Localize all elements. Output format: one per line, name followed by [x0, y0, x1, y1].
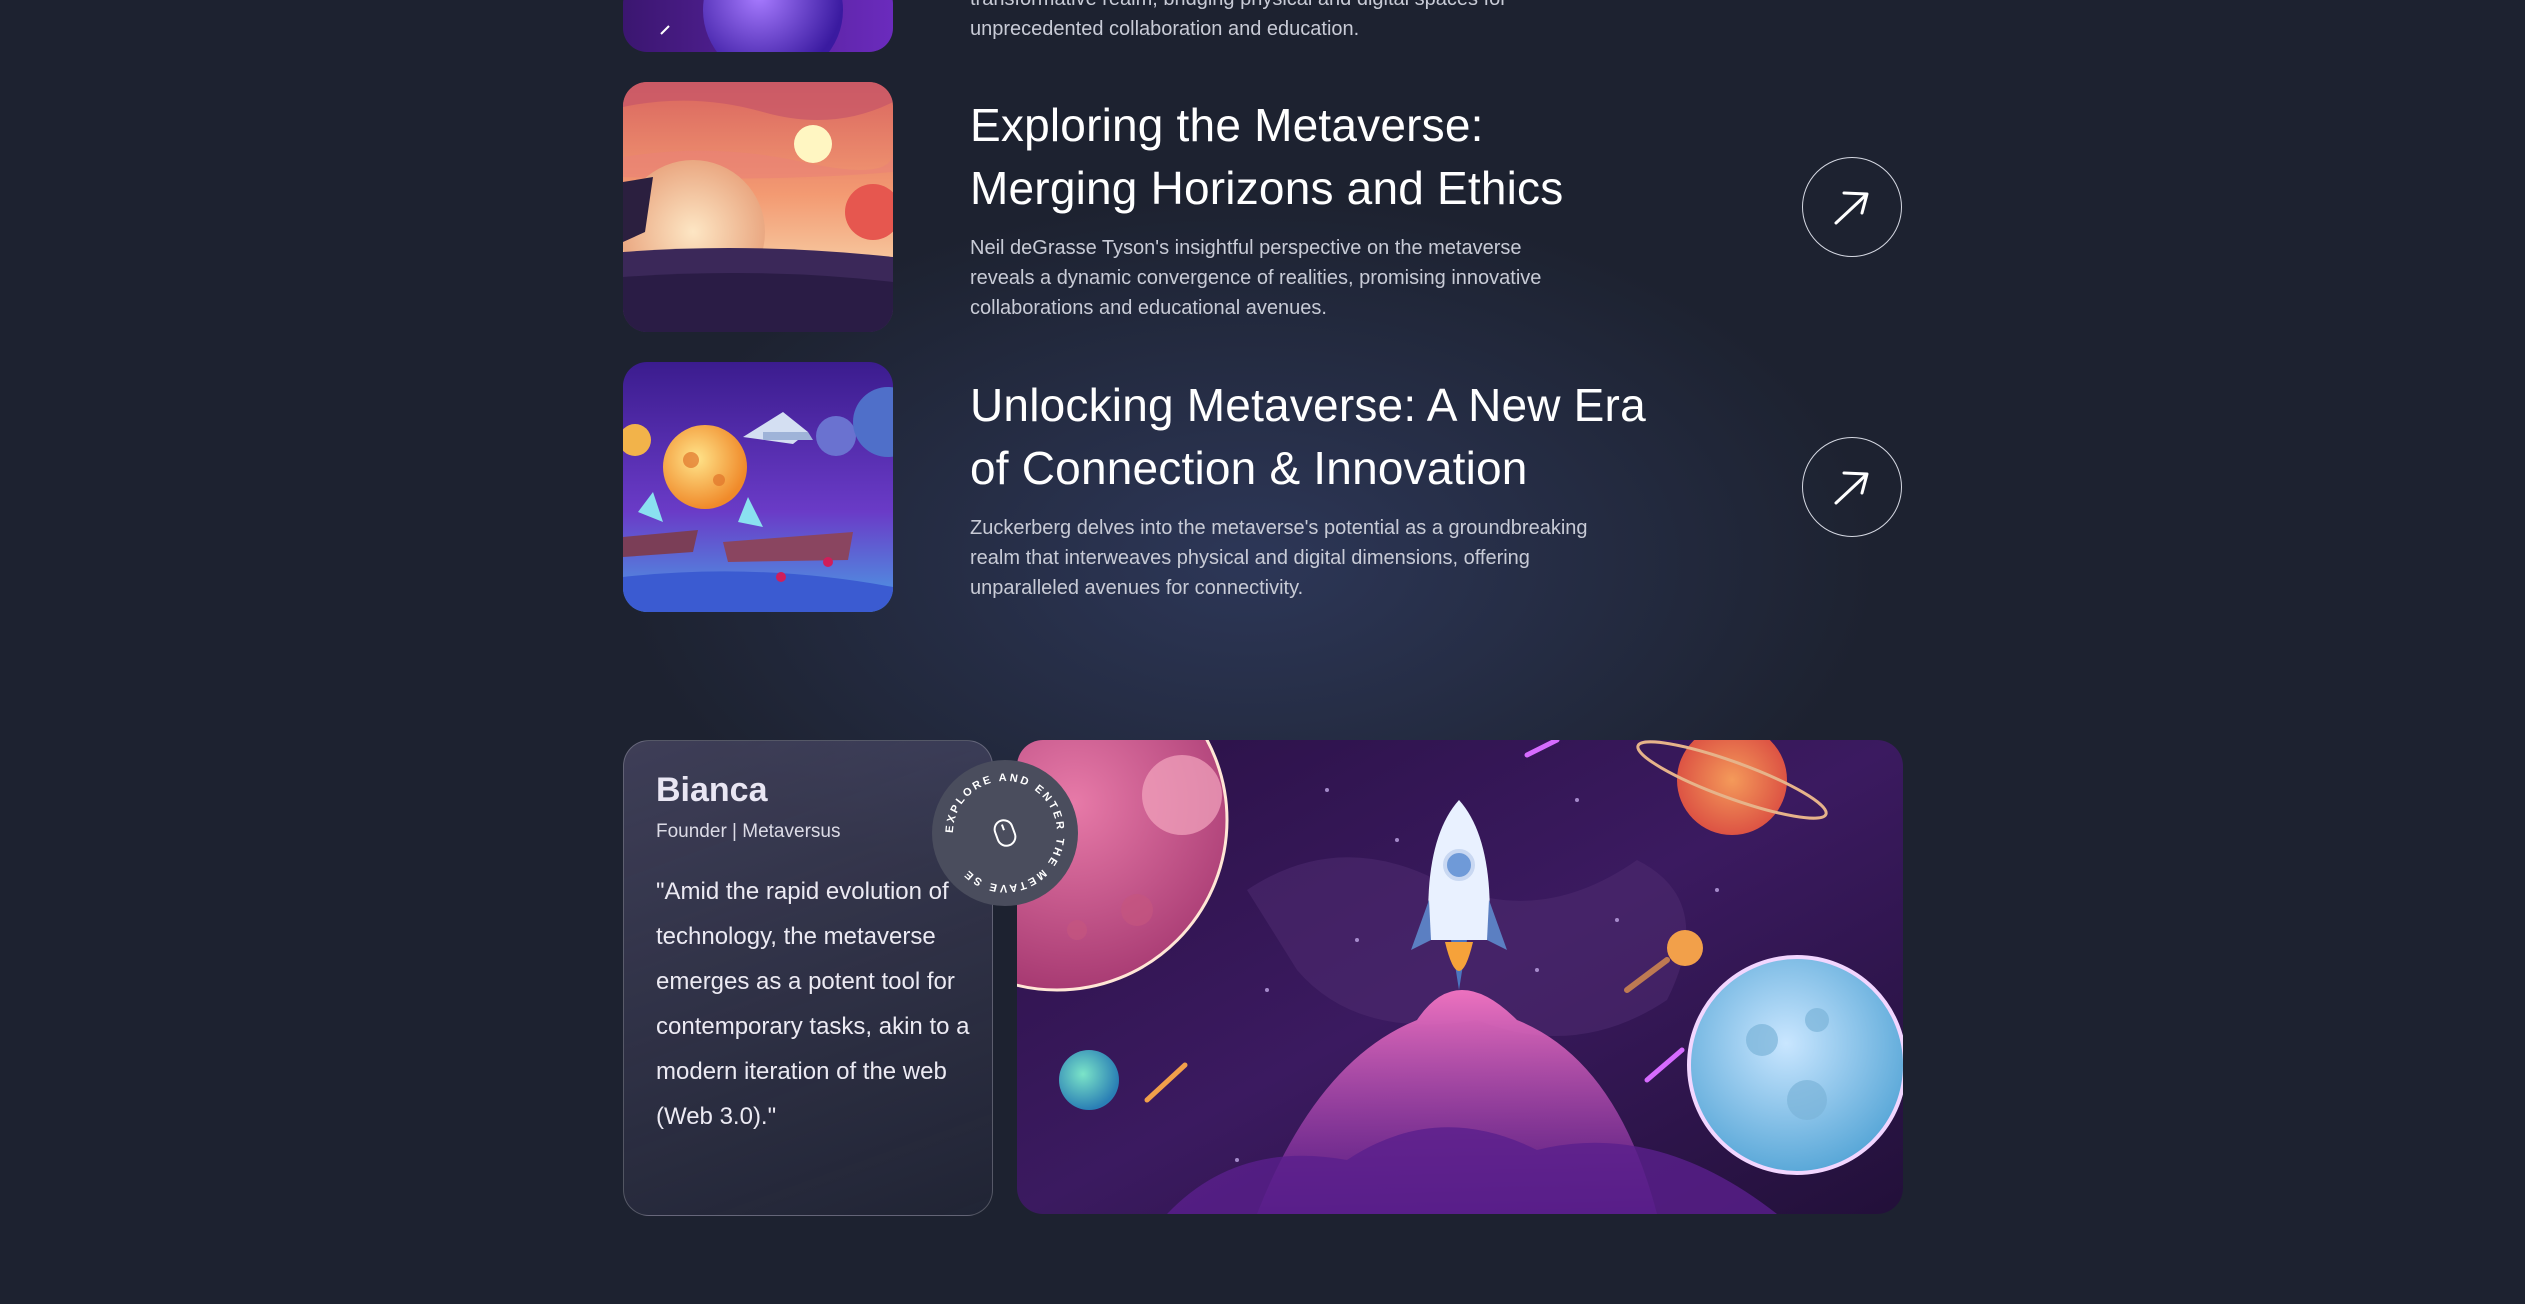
article-description-line: unprecedented collaboration and educatio…: [970, 18, 1360, 40]
mouse-icon: [993, 819, 1017, 847]
arrow-up-right-icon: [1834, 471, 1869, 505]
article-title[interactable]: Exploring the Metaverse: Merging Horizon…: [970, 94, 1650, 220]
article-thumbnail-space-islands[interactable]: [623, 362, 893, 612]
article-description: Neil deGrasse Tyson's insightful perspec…: [970, 237, 1542, 319]
explore-metaverse-badge[interactable]: EXPLORE AND ENTER THE METAVE SE: [932, 760, 1078, 906]
article-description: Zuckerberg delves into the metaverse's p…: [970, 517, 1588, 599]
article-description-line: transformative realm, bridging physical …: [970, 0, 1507, 10]
article-title-line: Merging Horizons and Ethics: [970, 162, 1564, 214]
testimonial-name: Bianca: [656, 771, 768, 809]
article-title-line: of Connection & Innovation: [970, 442, 1528, 494]
article-thumbnail-galaxy[interactable]: [623, 0, 893, 52]
testimonial-role: Founder | Metaversus: [656, 821, 841, 842]
article-link-button[interactable]: [1802, 437, 1902, 537]
article-link-button[interactable]: [1802, 157, 1902, 257]
arrow-up-right-icon: [1834, 191, 1869, 225]
article-description: transformative realm, bridging physical …: [970, 0, 1590, 44]
badge-circular-text: EXPLORE AND ENTER THE METAVE SE: [944, 772, 1066, 894]
article-thumbnail-sunset[interactable]: [623, 82, 893, 332]
article-title-line: Unlocking Metaverse: A New Era: [970, 379, 1646, 431]
hero-space-illustration: [1017, 740, 1903, 1214]
article-title-line: Exploring the Metaverse:: [970, 99, 1484, 151]
article-title[interactable]: Unlocking Metaverse: A New Era of Connec…: [970, 374, 1650, 500]
testimonial-quote: "Amid the rapid evolution of technology,…: [656, 878, 970, 1130]
